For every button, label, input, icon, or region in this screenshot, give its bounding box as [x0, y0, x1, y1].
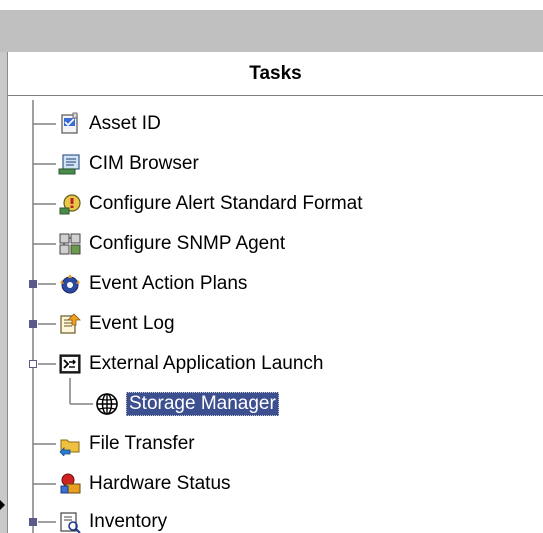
tree-item-label: CIM Browser [89, 153, 199, 174]
tree-item-label: File Transfer [89, 433, 195, 454]
tree-item-label: Hardware Status [89, 473, 231, 494]
tree-item-label: Event Log [89, 313, 175, 334]
tree-item-event-log[interactable]: Event Log [58, 304, 175, 344]
snmp-agent-icon [59, 233, 81, 255]
cim-browser-icon [58, 154, 80, 175]
tree-item-label: Asset ID [89, 113, 161, 134]
alert-format-icon [59, 194, 81, 215]
tree-item-asset-id[interactable]: Asset ID [58, 104, 161, 144]
tree-item-file-transfer[interactable]: File Transfer [58, 424, 195, 464]
task-tree: Asset ID CIM Browser Configure Alert Sta… [0, 0, 543, 533]
tree-item-label: Storage Manager [126, 392, 279, 416]
event-log-icon [60, 313, 81, 334]
tree-item-external-application-launch[interactable]: External Application Launch [58, 344, 324, 384]
tree-item-label: Configure Alert Standard Format [89, 193, 363, 214]
asset-id-icon [61, 112, 78, 134]
tree-item-configure-snmp-agent[interactable]: Configure SNMP Agent [58, 224, 285, 264]
inventory-icon [60, 512, 81, 533]
splitter-caret-icon[interactable] [0, 500, 5, 510]
globe-icon [96, 393, 118, 415]
tree-item-configure-alert-standard-format[interactable]: Configure Alert Standard Format [58, 184, 363, 224]
tree-item-label: Event Action Plans [89, 273, 248, 294]
tree-item-label: External Application Launch [89, 353, 324, 374]
tree-item-inventory[interactable]: Inventory [58, 502, 167, 533]
event-action-plans-icon [60, 274, 80, 294]
hardware-status-icon [60, 473, 81, 494]
tree-item-label: Configure SNMP Agent [89, 233, 286, 254]
tree-item-cim-browser[interactable]: CIM Browser [58, 144, 199, 184]
tree-item-event-action-plans[interactable]: Event Action Plans [58, 264, 247, 304]
file-transfer-icon [59, 439, 80, 456]
external-app-launch-icon [59, 354, 81, 374]
tree-item-hardware-status[interactable]: Hardware Status [58, 464, 231, 504]
tree-item-storage-manager[interactable]: Storage Manager [95, 384, 279, 424]
tasks-page: Tasks Asset ID CIM Browser Configure Ale… [0, 0, 543, 533]
tree-item-label: Inventory [89, 511, 168, 532]
